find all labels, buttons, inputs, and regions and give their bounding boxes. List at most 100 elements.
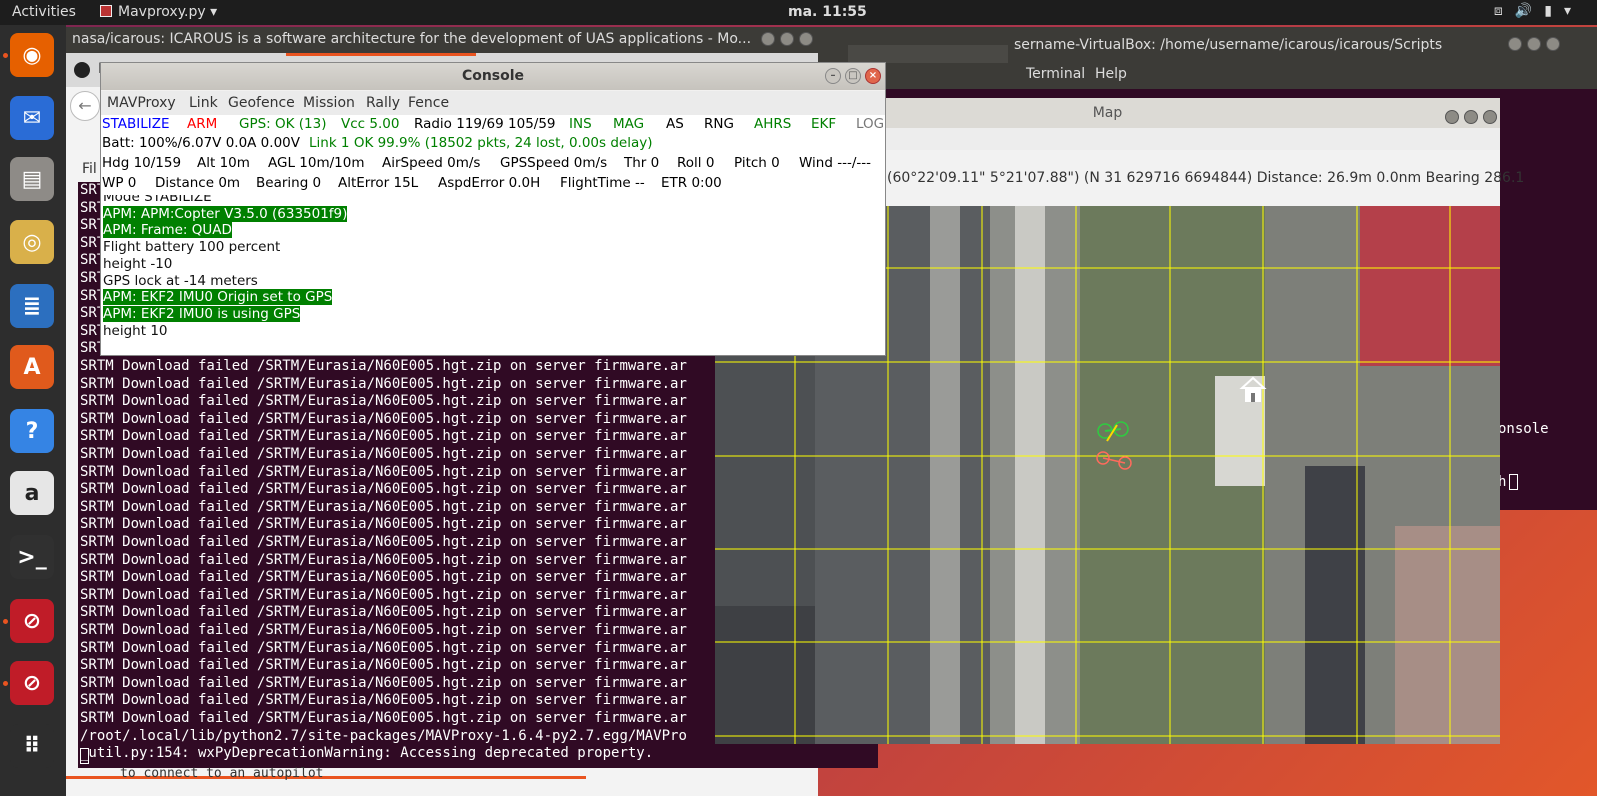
minimize-icon[interactable] [1445, 110, 1459, 124]
terminal-line: SRTM Download failed /SRTM/Eurasia/N60E0… [80, 674, 687, 691]
status-alterror: AltError 15L [338, 175, 419, 191]
status-link: Link 1 OK 99.9% (18502 pkts, 24 lost, 0.… [309, 135, 653, 151]
maximize-icon[interactable] [1527, 37, 1541, 51]
status-aspderror: AspdError 0.0H [438, 175, 541, 191]
files-icon: ▤ [21, 166, 43, 192]
roof-ridge [930, 206, 960, 744]
map-window-buttons[interactable] [1440, 105, 1497, 135]
minimize-icon[interactable] [761, 32, 775, 46]
dock-amazon[interactable]: a [10, 471, 54, 515]
status-flighttime: FlightTime -- [560, 175, 645, 191]
file-menu-fragment[interactable]: Fil [82, 161, 97, 177]
volume-icon: 🔊 [1514, 3, 1545, 19]
app-menu[interactable]: Mavproxy.py ▾ [100, 4, 217, 20]
status-ins: INS [569, 116, 592, 132]
minimize-icon[interactable] [1508, 37, 1522, 51]
status-hdg: Hdg 10/159 [102, 155, 182, 171]
console-log-line: Flight battery 100 percent [103, 239, 281, 256]
status-rng: RNG [704, 116, 734, 132]
console-titlebar[interactable]: Console – □ × [101, 63, 885, 90]
clock[interactable]: ma. 11:55 [788, 4, 867, 20]
status-thr: Thr 0 [624, 155, 660, 171]
terminal2-window-buttons[interactable] [1503, 37, 1560, 55]
github-icon [74, 62, 90, 78]
menu-mavproxy[interactable]: MAVProxy [107, 95, 176, 111]
terminal-line: SRTM Download failed /SRTM/Eurasia/N60E0… [80, 657, 687, 674]
menu-geofence[interactable]: Geofence [228, 95, 295, 111]
close-icon[interactable] [1546, 37, 1560, 51]
dock-app-error-1[interactable]: ⊘ [10, 599, 54, 643]
close-icon[interactable]: × [865, 68, 881, 84]
menu-mission[interactable]: Mission [303, 95, 355, 111]
terminal-line: SRTM Download failed /SRTM/Eurasia/N60E0… [80, 481, 687, 498]
dock-software[interactable]: A [10, 345, 54, 389]
ghost-window-buttons [848, 45, 1008, 63]
terminal-line: SRTM Download failed /SRTM/Eurasia/N60E0… [80, 622, 687, 638]
dock-app-error-2[interactable]: ⊘ [10, 661, 54, 705]
browser-title: nasa/icarous: ICAROUS is a software arch… [72, 31, 752, 47]
back-button[interactable]: ← [70, 91, 100, 121]
red-roof-building [1360, 206, 1500, 366]
dock-terminal[interactable]: >_ [10, 535, 54, 579]
maximize-icon[interactable]: □ [845, 68, 861, 84]
menu-help[interactable]: Help [1095, 66, 1127, 82]
close-icon[interactable] [799, 32, 813, 46]
terminal-line: SRTM Download failed /SRTM/Eurasia/N60E0… [80, 639, 687, 656]
map-title: Map [1092, 105, 1123, 121]
maximize-icon[interactable] [1464, 110, 1478, 124]
menu-terminal[interactable]: Terminal [1026, 66, 1085, 82]
menu-fence[interactable]: Fence [408, 95, 449, 111]
browser-window-buttons[interactable] [756, 32, 813, 50]
terminal2-titlebar[interactable]: sername-VirtualBox: /home/username/icaro… [818, 27, 1597, 63]
dock-help[interactable]: ? [10, 409, 54, 453]
minimize-icon[interactable]: – [825, 68, 841, 84]
mavproxy-app-icon [100, 5, 112, 17]
no-entry-icon: ⊘ [22, 608, 42, 634]
console-log-line: APM: Frame: QUAD [103, 222, 232, 239]
status-mag: MAG [613, 116, 645, 132]
dock-show-apps[interactable]: ⠿ [10, 724, 54, 768]
dock-files[interactable]: ▤ [10, 157, 54, 201]
terminal-line: SRTM Download failed /SRTM/Eurasia/N60E0… [80, 604, 687, 621]
terminal-bottom-text: to connect to an autopilot [120, 766, 324, 781]
terminal2-cursor [1509, 474, 1518, 490]
desktop: Activities Mavproxy.py ▾ ma. 11:55 ⧈🔊▮▾ … [0, 0, 1597, 796]
dock-firefox[interactable]: ◉ [10, 33, 54, 77]
map-position-readout: (60°22'09.11" 5°21'07.88") (N 31 629716 … [887, 170, 1525, 186]
terminal-line: SRTM Download failed /SRTM/Eurasia/N60E0… [80, 446, 687, 462]
writer-icon: ≣ [22, 293, 42, 319]
status-as: AS [666, 116, 684, 132]
status-alt: Alt 10m [197, 155, 250, 171]
console-log-line: APM: EKF2 IMU0 is using GPS [103, 305, 301, 322]
dock-writer[interactable]: ≣ [10, 284, 54, 328]
browser-titlebar[interactable]: nasa/icarous: ICAROUS is a software arch… [66, 27, 818, 53]
terminal-line: SRTM Download failed /SRTM/Eurasia/N60E0… [80, 692, 687, 709]
terminal-line: SRTM Download failed /SRTM/Eurasia/N60E0… [80, 586, 687, 603]
close-icon[interactable] [1483, 110, 1497, 124]
menu-rally[interactable]: Rally [366, 95, 400, 111]
rhythmbox-icon: ◎ [22, 229, 42, 255]
active-tab-indicator [286, 53, 476, 56]
terminal-icon: >_ [17, 544, 47, 570]
terminal-line: SRTM Download failed /SRTM/Eurasia/N60E0… [80, 534, 687, 550]
dock-thunderbird[interactable]: ✉ [10, 96, 54, 140]
running-indicator [3, 619, 8, 624]
console-log-line: APM: APM:Copter V3.5.0 (633501f9) [103, 205, 348, 222]
grid-icon: ⠿ [23, 733, 41, 759]
console-log-line: Mode STABILIZE [103, 195, 212, 205]
console-log[interactable]: Mode STABILIZE APM: APM:Copter V3.5.0 (63… [101, 195, 885, 355]
roof-edge [1015, 206, 1045, 744]
menu-link[interactable]: Link [189, 95, 218, 111]
firefox-icon: ◉ [22, 42, 42, 68]
terminal2-title: sername-VirtualBox: /home/username/icaro… [1014, 37, 1443, 53]
terminal-line: SRTM Download failed /SRTM/Eurasia/N60E0… [80, 551, 687, 568]
system-tray[interactable]: ⧈🔊▮▾ [1494, 3, 1583, 19]
status-mode: STABILIZE [102, 116, 170, 132]
terminal-path-line: /root/.local/lib/python2.7/site-packages… [80, 727, 687, 744]
activities-button[interactable]: Activities [12, 4, 76, 20]
status-battery: Batt: 100%/6.07V 0.0A 0.00V [102, 135, 300, 151]
dock-rhythmbox[interactable]: ◎ [10, 220, 54, 264]
terminal2-console-text: onsole [1498, 421, 1549, 437]
maximize-icon[interactable] [780, 32, 794, 46]
status-ahrs: AHRS [754, 116, 792, 132]
